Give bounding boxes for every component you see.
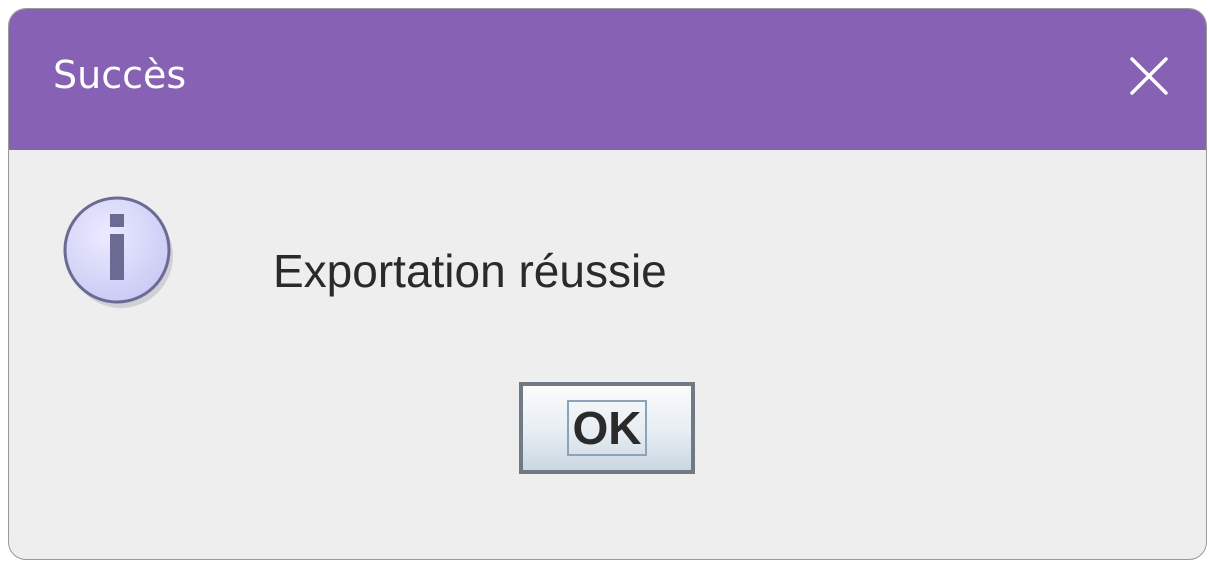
ok-button-label: OK bbox=[572, 402, 642, 454]
close-button[interactable] bbox=[1114, 41, 1184, 111]
message-dialog: Succès Exportation réussie OK bbox=[8, 8, 1207, 560]
ok-button[interactable]: OK bbox=[519, 382, 695, 474]
message-text: Exportation réussie bbox=[273, 245, 667, 297]
dialog-content: Exportation réussie OK bbox=[9, 150, 1206, 559]
title-bar[interactable]: Succès bbox=[9, 9, 1206, 150]
dialog-title: Succès bbox=[53, 53, 187, 97]
close-icon bbox=[1130, 57, 1168, 95]
info-icon bbox=[59, 192, 179, 312]
